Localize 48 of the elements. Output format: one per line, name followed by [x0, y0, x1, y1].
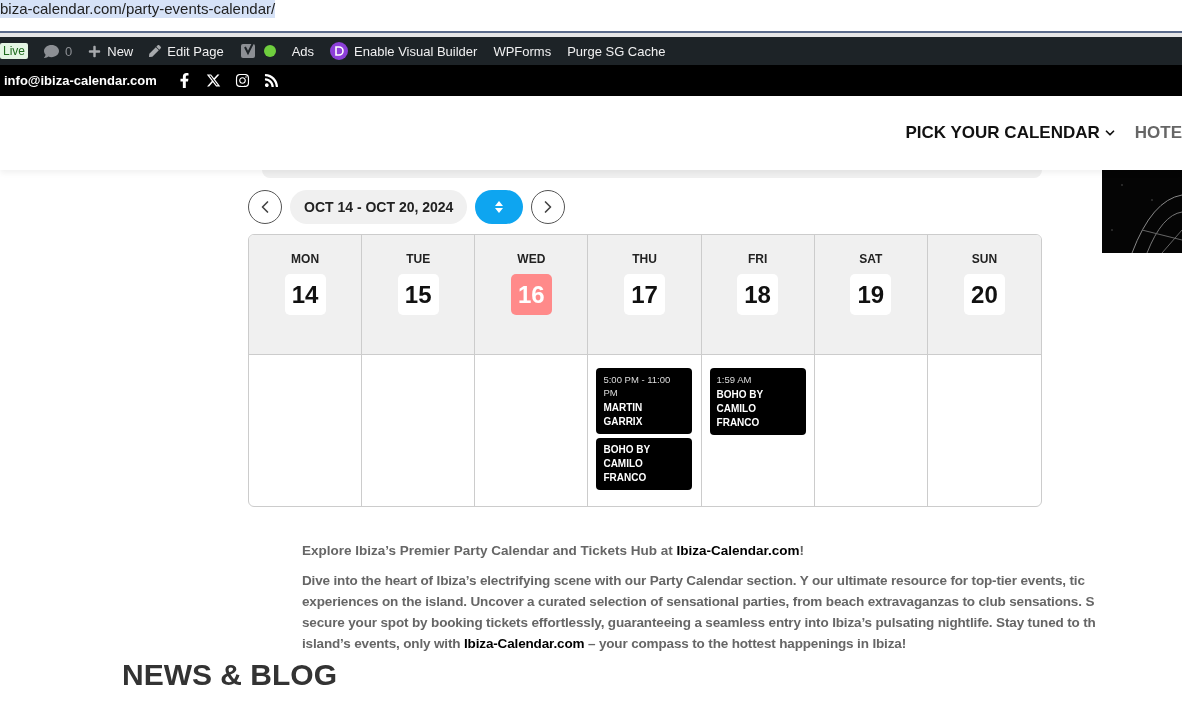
new-link[interactable]: New — [107, 43, 134, 59]
nav-link[interactable]: HOTE — [1134, 123, 1182, 143]
x-icon[interactable] — [205, 73, 221, 88]
day-number[interactable]: 14 — [284, 274, 326, 315]
weekday-label: FRI — [747, 252, 768, 266]
day-number[interactable]: 17 — [624, 274, 665, 315]
weekday-label: SUN — [971, 252, 998, 266]
builder-icon[interactable] — [330, 42, 349, 60]
intro-paragraph-line: experiences on the island. Uncover a curated selection of sensational parties, from beach extravaganzas to club sensations. S — [302, 593, 1096, 611]
plus-icon[interactable] — [88, 44, 102, 58]
live-badge: Live — [0, 43, 28, 59]
pencil-icon[interactable] — [149, 45, 162, 57]
news-heading: NEWS & BLOG — [122, 658, 338, 692]
admin-bar-link[interactable]: WPForms — [493, 43, 552, 59]
event-card[interactable]: 5:00 PM - 11:00 PM MARTIN GARRIX — [596, 368, 693, 434]
intro-paragraph-line: Dive into the heart of Ibiza’s electrifying scene with our Party Calendar section. Y our ultimate resource for top-tier events, tic — [302, 572, 1086, 590]
date-range: OCT 14 - OCT 20, 2024 — [290, 190, 468, 224]
weekday-label: THU — [632, 252, 657, 266]
seo-plugin-icon[interactable] — [239, 42, 258, 60]
admin-bar-link[interactable]: Ads — [291, 43, 315, 59]
comment-count: 0 — [65, 43, 73, 59]
day-number[interactable]: 18 — [737, 274, 779, 315]
event-card[interactable]: 1:59 AM BOHO BY CAMILO FRANCO — [709, 368, 806, 435]
status-dot — [263, 45, 276, 57]
visual-builder-link[interactable]: Enable Visual Builder — [354, 43, 478, 59]
edit-page-link[interactable]: Edit Page — [167, 43, 224, 59]
instagram-icon[interactable] — [234, 73, 250, 88]
day-number[interactable]: 20 — [963, 274, 1005, 315]
intro-lead: Explore Ibiza’s Premier Party Calendar and Tickets Hub at Ibiza-Calendar.com! — [302, 543, 805, 558]
contact-email[interactable]: info@ibiza-calendar.com — [4, 73, 157, 88]
weekday-label: WED — [517, 252, 546, 266]
nav-link[interactable]: PICK YOUR CALENDAR — [905, 123, 1117, 143]
weekday-label: MON — [291, 252, 320, 266]
rss-icon[interactable] — [263, 73, 279, 88]
day-number[interactable]: 19 — [850, 274, 892, 315]
weekday-label: TUE — [406, 252, 431, 266]
address-url[interactable]: biza-calendar.com/party-events-calendar/ — [0, 0, 276, 18]
up-down-arrows-icon[interactable] — [494, 200, 505, 214]
admin-bar-link[interactable]: Purge SG Cache — [567, 43, 666, 59]
intro-paragraph-line: secure your spot by booking tickets effortlessly, guaranteeing a seamless entry into Ibiza’s pulsating nightlife. Stay tuned to th — [302, 614, 1097, 632]
next-week-button[interactable] — [531, 190, 566, 224]
intro-paragraph-line: island’s events, only with Ibiza-Calendar.com – your compass to the hottest happenings in Ibiza! — [302, 635, 907, 653]
event-card[interactable]: BOHO BY CAMILO FRANCO — [596, 438, 693, 490]
previous-week-button[interactable] — [248, 190, 282, 224]
weekday-label: SAT — [859, 252, 883, 266]
view-toggle-button[interactable] — [475, 190, 524, 224]
day-number[interactable]: 15 — [397, 274, 439, 315]
comment-icon[interactable] — [44, 43, 59, 59]
